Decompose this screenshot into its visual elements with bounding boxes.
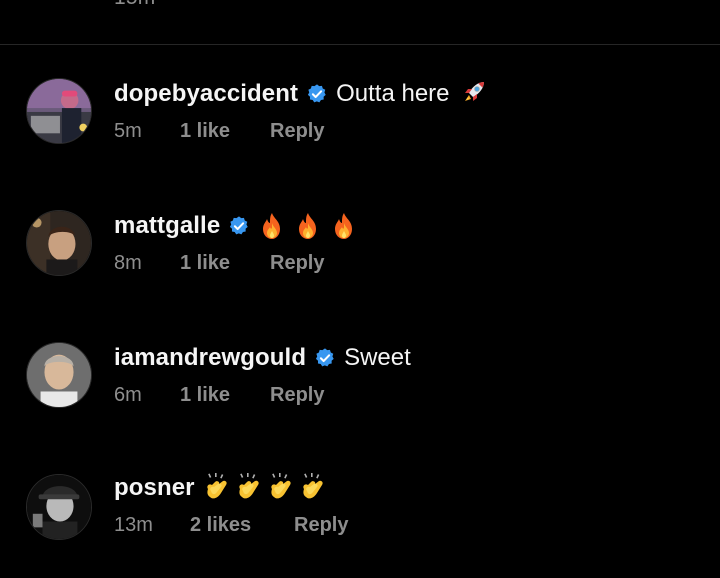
fire-icon [294, 211, 322, 241]
comment-item: posner 13m 2 likes Reply [0, 472, 720, 562]
comment-likes[interactable]: 1 like [180, 120, 270, 143]
verified-badge-icon [306, 83, 328, 105]
avatar[interactable] [26, 474, 92, 540]
comment-time: 6m [114, 384, 142, 406]
verified-badge-icon [314, 347, 336, 369]
comment-username[interactable]: iamandrewgould [114, 344, 306, 372]
avatar[interactable] [26, 78, 92, 144]
comments-screen: 15m dopebyaccident Outta here [0, 0, 720, 578]
clapping-hands-icon [235, 473, 263, 503]
rocket-icon [460, 79, 488, 109]
reply-button[interactable]: Reply [270, 252, 324, 275]
fire-icon [258, 211, 286, 241]
comment-username[interactable]: dopebyaccident [114, 80, 298, 108]
comment-item: iamandrewgould Sweet 6m 1 like Reply [0, 342, 720, 432]
comment-text: Sweet [344, 344, 411, 371]
reply-button[interactable]: Reply [270, 384, 324, 407]
comment-time: 8m [114, 252, 142, 274]
avatar[interactable] [26, 342, 92, 408]
reply-button[interactable]: Reply [294, 514, 348, 537]
comment-likes[interactable]: 2 likes [190, 514, 294, 537]
fire-icon [330, 211, 358, 241]
divider [0, 44, 720, 45]
verified-badge-icon [228, 215, 250, 237]
comment-time: 13m [114, 514, 153, 536]
previous-comment-time: 15m [114, 0, 155, 10]
clapping-hands-icon [299, 473, 327, 503]
comment-item: dopebyaccident Outta here 5m 1 like Repl… [0, 78, 720, 168]
comment-username[interactable]: posner [114, 474, 195, 502]
reply-button[interactable]: Reply [270, 120, 324, 143]
comment-likes[interactable]: 1 like [180, 384, 270, 407]
avatar[interactable] [26, 210, 92, 276]
comment-likes[interactable]: 1 like [180, 252, 270, 275]
comment-item: mattgalle 8m 1 like Reply [0, 210, 720, 300]
clapping-hands-icon [267, 473, 295, 503]
comment-username[interactable]: mattgalle [114, 212, 220, 240]
comment-time: 5m [114, 120, 142, 142]
comment-text: Outta here [336, 80, 450, 107]
clapping-hands-icon [203, 473, 231, 503]
